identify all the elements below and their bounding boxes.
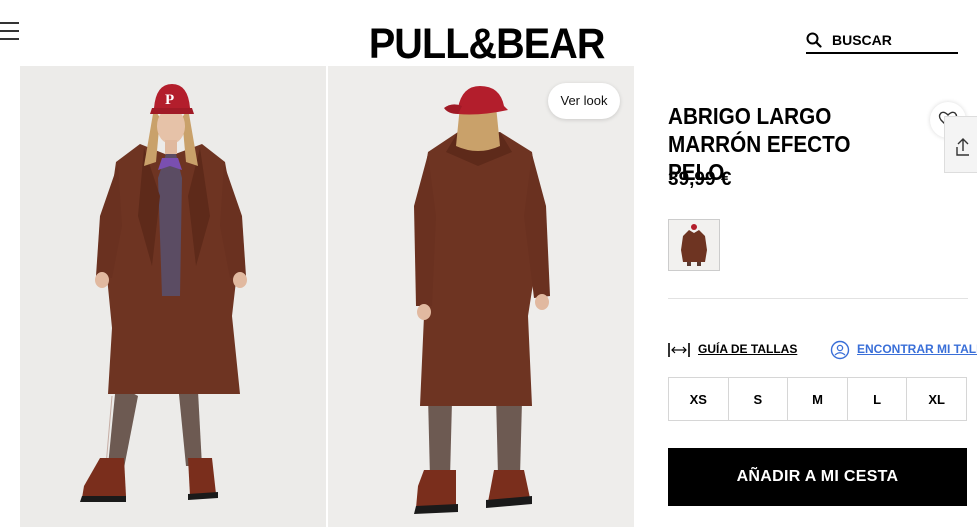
color-swatch-brown[interactable] (668, 219, 720, 271)
size-option-xs[interactable]: XS (669, 378, 729, 420)
coat-thumbnail-icon (669, 220, 719, 270)
model-back-illustration (328, 66, 634, 527)
ver-look-button[interactable]: Ver look (548, 83, 620, 119)
brand-logo[interactable]: PULL&BEAR (368, 20, 606, 68)
add-to-cart-button[interactable]: AÑADIR A MI CESTA (668, 448, 967, 506)
user-circle-icon (830, 340, 850, 360)
model-front-illustration: P (20, 66, 326, 527)
size-guide-label: GUÍA DE TALLAS (698, 342, 798, 356)
size-option-s[interactable]: S (729, 378, 789, 420)
hamburger-menu-icon[interactable] (0, 20, 20, 42)
find-my-size-label: ENCONTRAR MI TALLA (857, 342, 977, 356)
size-selector: XS S M L XL (668, 377, 967, 421)
svg-text:P: P (165, 92, 174, 108)
ruler-arrows-icon (668, 343, 690, 357)
size-option-l[interactable]: L (848, 378, 908, 420)
share-icon (956, 138, 969, 156)
size-option-m[interactable]: M (788, 378, 848, 420)
product-image-back[interactable] (328, 66, 634, 527)
product-price: 39,99 € (668, 169, 732, 190)
section-divider (668, 298, 968, 299)
search-icon[interactable] (806, 32, 822, 48)
search-input[interactable] (832, 31, 956, 49)
share-button[interactable] (944, 116, 977, 173)
size-option-xl[interactable]: XL (907, 378, 966, 420)
product-image-front[interactable]: P (20, 66, 326, 527)
search-bar[interactable] (806, 30, 958, 54)
